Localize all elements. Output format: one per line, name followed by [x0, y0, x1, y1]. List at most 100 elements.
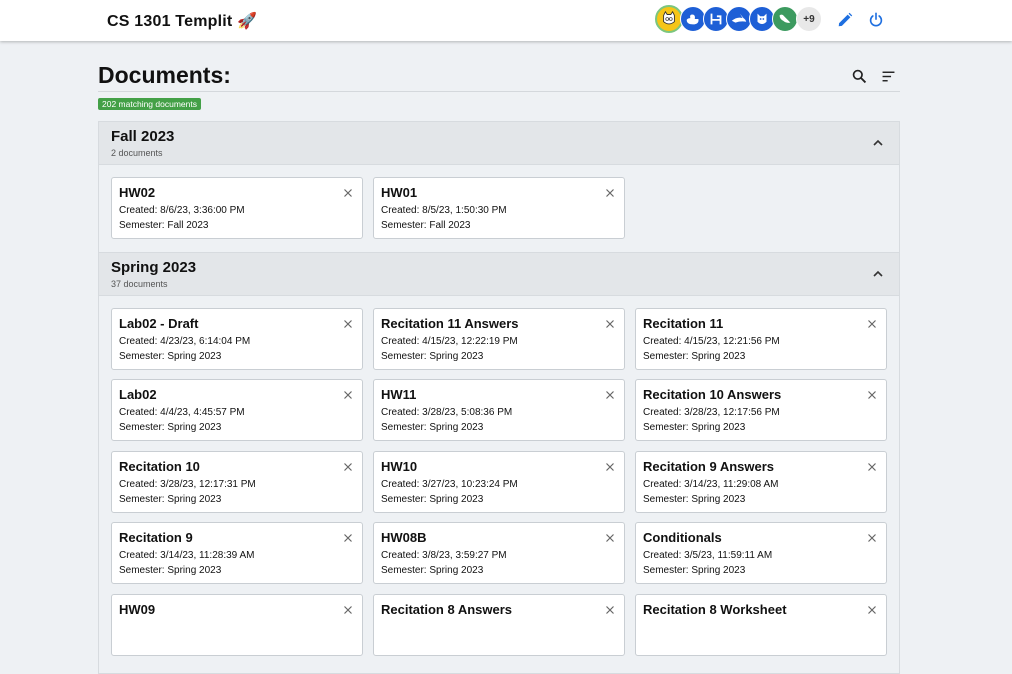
document-card[interactable]: Conditionals Created: 3/5/23, 11:59:11 A… — [635, 522, 887, 584]
document-title: Recitation 9 — [119, 530, 193, 545]
document-card[interactable]: HW08B Created: 3/8/23, 3:59:27 PM Semest… — [373, 522, 625, 584]
document-card[interactable]: HW02 Created: 8/6/23, 3:36:00 PM Semeste… — [111, 177, 363, 239]
shark-icon — [731, 13, 747, 23]
document-semester: Semester: Spring 2023 — [381, 494, 484, 505]
document-card[interactable]: Recitation 10 Created: 3/28/23, 12:17:31… — [111, 451, 363, 513]
document-card[interactable]: HW09 — [111, 594, 363, 656]
document-card[interactable]: Recitation 9 Created: 3/14/23, 11:28:39 … — [111, 522, 363, 584]
close-icon[interactable] — [605, 319, 615, 329]
close-icon[interactable] — [605, 188, 615, 198]
close-icon[interactable] — [343, 319, 353, 329]
document-created: Created: 3/28/23, 12:17:31 PM — [119, 479, 256, 490]
section-count: 2 documents — [111, 148, 163, 158]
close-icon[interactable] — [867, 605, 877, 615]
chevron-up-icon[interactable] — [871, 136, 885, 150]
document-semester: Semester: Spring 2023 — [381, 422, 484, 433]
close-icon[interactable] — [867, 533, 877, 543]
document-semester: Semester: Spring 2023 — [643, 351, 746, 362]
cat-face-icon — [663, 10, 675, 25]
document-semester: Semester: Fall 2023 — [381, 220, 471, 231]
close-icon[interactable] — [343, 605, 353, 615]
document-card[interactable]: Lab02 - Draft Created: 4/23/23, 6:14:04 … — [111, 308, 363, 370]
document-created: Created: 3/5/23, 11:59:11 AM — [643, 550, 773, 561]
document-title: Conditionals — [643, 530, 722, 545]
top-bar: CS 1301 Templit 🚀 +9 — [0, 0, 1012, 41]
document-card[interactable]: HW10 Created: 3/27/23, 10:23:24 PM Semes… — [373, 451, 625, 513]
document-card[interactable]: Recitation 11 Created: 4/15/23, 12:21:56… — [635, 308, 887, 370]
pencil-icon — [838, 12, 853, 27]
power-icon — [869, 12, 883, 27]
sort-button[interactable] — [878, 66, 898, 86]
document-title: Recitation 10 Answers — [643, 387, 782, 402]
close-icon[interactable] — [343, 462, 353, 472]
document-semester: Semester: Spring 2023 — [381, 565, 484, 576]
edit-button[interactable] — [835, 10, 855, 30]
duck-icon — [686, 14, 699, 25]
document-created: Created: 3/8/23, 3:59:27 PM — [381, 550, 507, 561]
document-semester: Semester: Spring 2023 — [119, 422, 222, 433]
close-icon[interactable] — [605, 605, 615, 615]
more-users-badge[interactable]: +9 — [796, 6, 822, 32]
close-icon[interactable] — [343, 188, 353, 198]
document-title: Lab02 - Draft — [119, 316, 199, 331]
section-header[interactable]: Spring 2023 37 documents — [99, 253, 899, 296]
document-card[interactable]: Lab02 Created: 4/4/23, 4:45:57 PM Semest… — [111, 379, 363, 441]
document-title: HW08B — [381, 530, 427, 545]
section-spring-2023: Spring 2023 37 documents Lab02 - Draft C… — [98, 252, 900, 674]
document-title: Recitation 8 Worksheet — [643, 602, 787, 617]
document-created: Created: 3/27/23, 10:23:24 PM — [381, 479, 518, 490]
close-icon[interactable] — [867, 319, 877, 329]
close-icon[interactable] — [605, 462, 615, 472]
document-created: Created: 3/14/23, 11:29:08 AM — [643, 479, 779, 490]
avatar[interactable] — [772, 6, 798, 32]
document-card[interactable]: HW01 Created: 8/5/23, 1:50:30 PM Semeste… — [373, 177, 625, 239]
section-fall-2023: Fall 2023 2 documents HW02 Created: 8/6/… — [98, 121, 900, 254]
document-created: Created: 4/23/23, 6:14:04 PM — [119, 336, 251, 347]
document-card[interactable]: Recitation 11 Answers Created: 4/15/23, … — [373, 308, 625, 370]
close-icon[interactable] — [867, 390, 877, 400]
document-title: HW10 — [381, 459, 418, 474]
document-created: Created: 4/4/23, 4:45:57 PM — [119, 407, 245, 418]
document-semester: Semester: Spring 2023 — [381, 351, 484, 362]
document-created: Created: 3/28/23, 12:17:56 PM — [643, 407, 780, 418]
document-semester: Semester: Spring 2023 — [643, 422, 746, 433]
document-title: HW11 — [381, 387, 417, 402]
document-title: HW01 — [381, 185, 418, 200]
document-card[interactable]: HW11 Created: 3/28/23, 5:08:36 PM Semest… — [373, 379, 625, 441]
section-title: Spring 2023 — [111, 259, 197, 276]
document-semester: Semester: Spring 2023 — [643, 494, 746, 505]
document-card[interactable]: Recitation 10 Answers Created: 3/28/23, … — [635, 379, 887, 441]
document-card[interactable]: Recitation 8 Worksheet — [635, 594, 887, 656]
document-card[interactable]: Recitation 9 Answers Created: 3/14/23, 1… — [635, 451, 887, 513]
match-count-badge: 202 matching documents — [98, 98, 201, 110]
document-semester: Semester: Fall 2023 — [119, 220, 209, 231]
close-icon[interactable] — [605, 390, 615, 400]
document-title: Recitation 9 Answers — [643, 459, 775, 474]
document-title: Recitation 10 — [119, 459, 200, 474]
document-semester: Semester: Spring 2023 — [119, 351, 222, 362]
document-created: Created: 4/15/23, 12:21:56 PM — [643, 336, 780, 347]
document-semester: Semester: Spring 2023 — [643, 565, 746, 576]
search-button[interactable] — [849, 66, 869, 86]
document-card[interactable]: Recitation 8 Answers — [373, 594, 625, 656]
sort-icon — [882, 71, 894, 81]
close-icon[interactable] — [605, 533, 615, 543]
chevron-up-icon[interactable] — [871, 267, 885, 281]
close-icon[interactable] — [343, 390, 353, 400]
page-title: Documents: — [98, 62, 231, 88]
document-created: Created: 8/6/23, 3:36:00 PM — [119, 205, 245, 216]
document-created: Created: 3/28/23, 5:08:36 PM — [381, 407, 513, 418]
header-divider — [98, 91, 900, 92]
document-created: Created: 4/15/23, 12:22:19 PM — [381, 336, 518, 347]
app-title: CS 1301 Templit 🚀 — [107, 13, 258, 30]
dog-icon — [757, 13, 767, 24]
power-button[interactable] — [866, 10, 886, 30]
close-icon[interactable] — [867, 462, 877, 472]
document-created: Created: 8/5/23, 1:50:30 PM — [381, 205, 507, 216]
document-title: Recitation 11 — [643, 316, 724, 331]
section-header[interactable]: Fall 2023 2 documents — [99, 122, 899, 165]
document-semester: Semester: Spring 2023 — [119, 565, 222, 576]
close-icon[interactable] — [343, 533, 353, 543]
document-semester: Semester: Spring 2023 — [119, 494, 222, 505]
avatar[interactable] — [655, 5, 683, 33]
